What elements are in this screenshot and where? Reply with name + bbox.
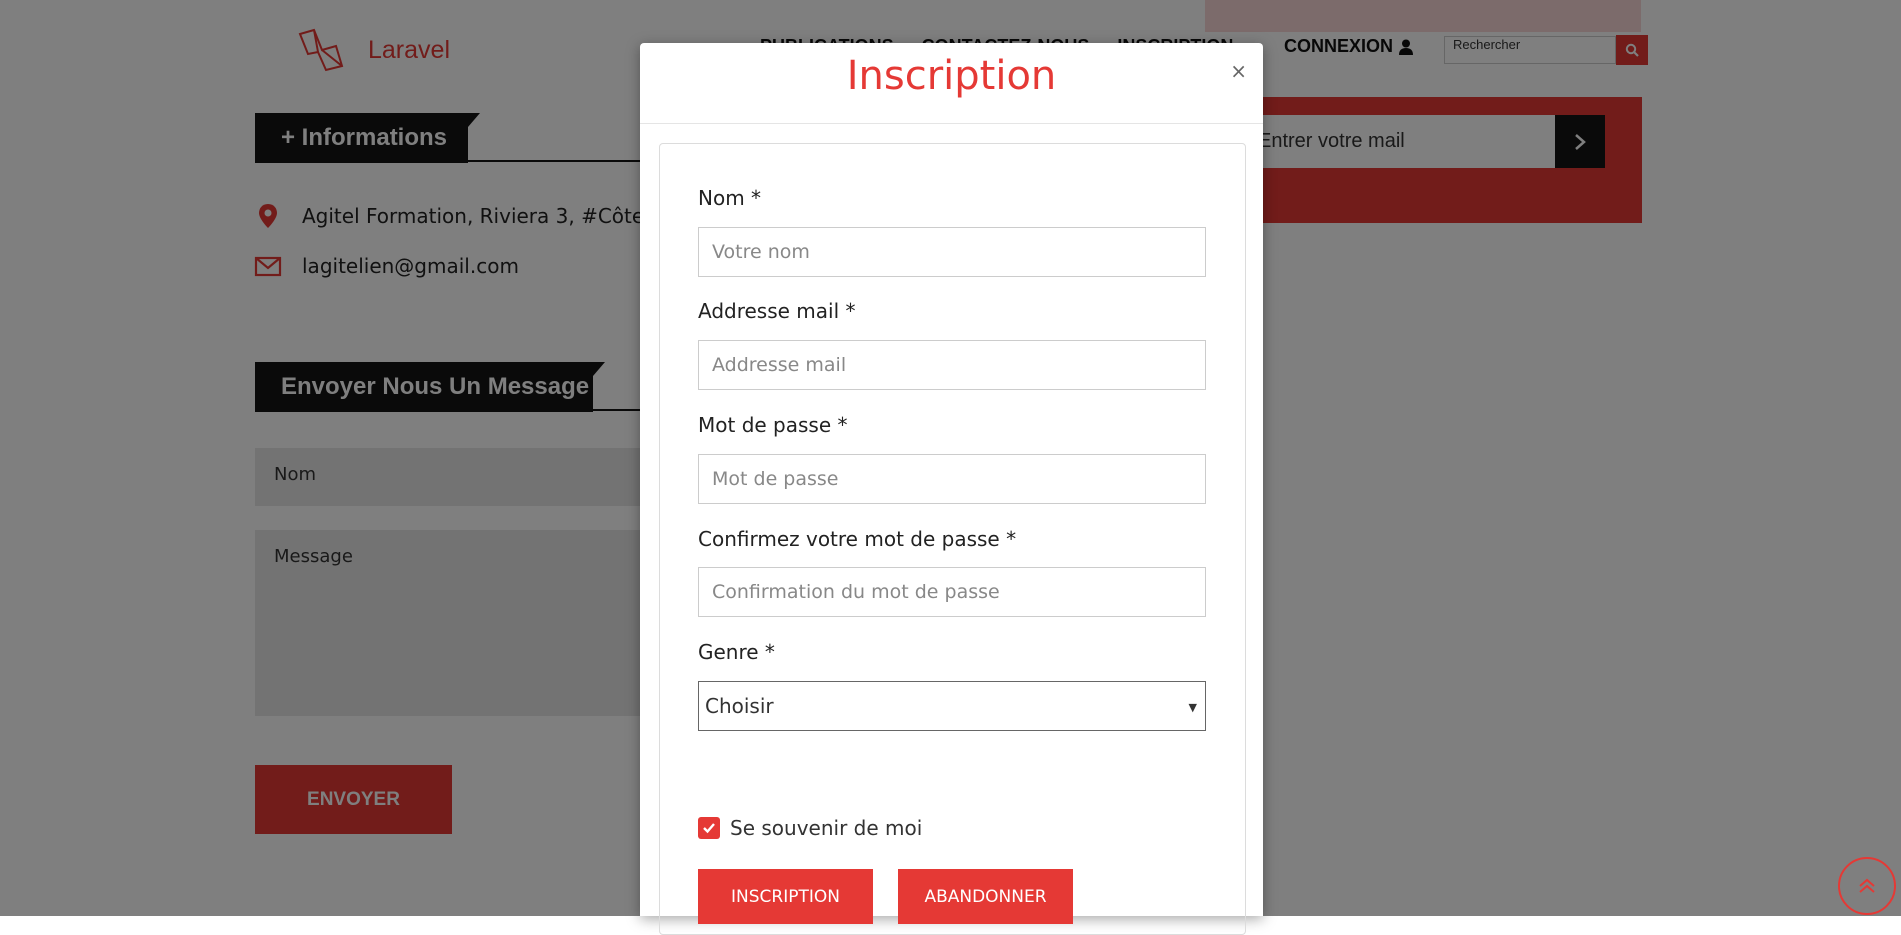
remember-me: Se souvenir de moi [698,816,922,840]
close-button[interactable]: × [1230,59,1247,83]
scroll-top-button[interactable] [1838,857,1896,915]
password-placeholder: Mot de passe [712,468,839,490]
caret-down-icon: ▼ [1188,701,1197,714]
genre-select[interactable]: Choisir ▼ [698,681,1206,731]
genre-label: Genre * [698,640,775,664]
inscription-modal: Inscription × Nom * Votre nom Addresse m… [640,43,1263,935]
modal-title: Inscription [846,53,1057,99]
nom-input[interactable]: Votre nom [698,227,1206,277]
password-input[interactable]: Mot de passe [698,454,1206,504]
modal-header: Inscription × [640,43,1263,124]
nom-placeholder: Votre nom [712,241,810,263]
remember-checkbox[interactable] [698,817,720,839]
page: Laravel PUBLICATIONS CONTACTEZ-NOUS INSC… [0,0,1901,935]
confirm-password-placeholder: Confirmation du mot de passe [712,581,1000,603]
nom-label: Nom * [698,186,762,210]
password-label: Mot de passe * [698,413,848,437]
email-placeholder: Addresse mail [712,354,847,376]
email-label: Addresse mail * [698,299,856,323]
inscription-form: Nom * Votre nom Addresse mail * Addresse… [659,143,1246,935]
email-input[interactable]: Addresse mail [698,340,1206,390]
remember-label: Se souvenir de moi [730,816,923,840]
confirm-password-input[interactable]: Confirmation du mot de passe [698,567,1206,617]
genre-value: Choisir [705,694,774,718]
confirm-password-label: Confirmez votre mot de passe * [698,527,1017,551]
double-chevron-up-icon [1859,878,1875,893]
check-icon [703,823,715,834]
